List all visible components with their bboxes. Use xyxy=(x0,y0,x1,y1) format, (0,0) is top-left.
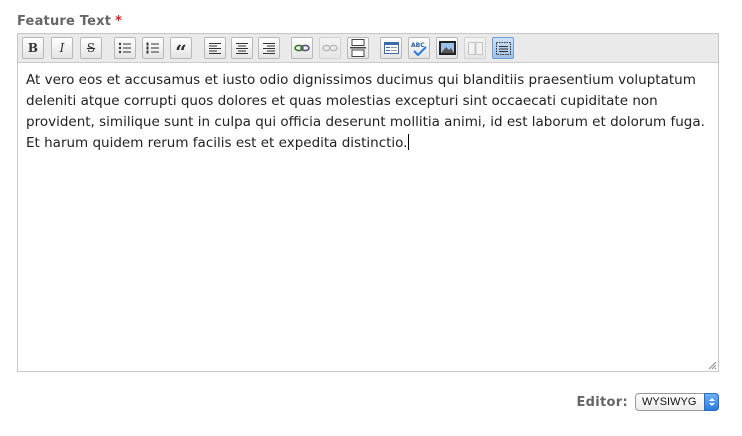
numbered-list-button[interactable] xyxy=(142,37,164,59)
bold-label: B xyxy=(27,41,39,55)
align-right-icon xyxy=(263,42,275,54)
align-center-icon xyxy=(236,42,248,54)
spellcheck-icon: ABC xyxy=(411,42,427,56)
strikethrough-button[interactable]: S xyxy=(80,37,102,59)
field-label: Feature Text * xyxy=(17,12,719,32)
editor-select[interactable]: WYSIWYG xyxy=(635,393,719,411)
editor-toolbar: B I S “ ABC xyxy=(18,34,718,63)
preview-button[interactable] xyxy=(464,37,486,59)
wysiwyg-editor: B I S “ ABC At vero eos et accusamus et … xyxy=(17,33,719,372)
content-text: At vero eos et accusamus et iusto odio d… xyxy=(26,72,705,151)
show-blocks-button[interactable] xyxy=(492,37,514,59)
strikethrough-label: S xyxy=(86,41,96,55)
editor-switch-label: Editor: xyxy=(576,394,628,410)
select-arrows-icon xyxy=(704,393,719,411)
page-break-icon xyxy=(350,39,366,57)
italic-button[interactable]: I xyxy=(51,37,73,59)
insert-image-button[interactable] xyxy=(436,37,458,59)
insert-template-button[interactable] xyxy=(380,37,402,59)
resize-grip-icon[interactable] xyxy=(707,360,717,370)
editor-switch: Editor: WYSIWYG xyxy=(576,393,719,411)
bullet-list-icon xyxy=(118,42,131,54)
required-marker: * xyxy=(115,14,123,29)
image-icon xyxy=(438,41,456,55)
align-center-button[interactable] xyxy=(231,37,253,59)
book-icon xyxy=(467,41,483,55)
feature-text-field: Feature Text * xyxy=(17,12,719,32)
numbered-list-icon xyxy=(146,42,159,54)
unlink-icon xyxy=(322,44,338,52)
italic-label: I xyxy=(59,41,65,55)
bullet-list-button[interactable] xyxy=(114,37,136,59)
bold-button[interactable]: B xyxy=(22,37,44,59)
page-break-button[interactable] xyxy=(347,37,369,59)
field-label-text: Feature Text xyxy=(17,14,112,29)
show-blocks-icon xyxy=(495,41,511,55)
unlink-button[interactable] xyxy=(319,37,341,59)
editor-select-value: WYSIWYG xyxy=(642,396,697,408)
link-icon xyxy=(294,44,310,52)
align-left-button[interactable] xyxy=(204,37,226,59)
blockquote-button[interactable]: “ xyxy=(170,37,192,64)
insert-link-button[interactable] xyxy=(291,37,313,59)
spellcheck-button[interactable]: ABC xyxy=(408,37,430,59)
align-right-button[interactable] xyxy=(258,37,280,59)
svg-text:ABC: ABC xyxy=(411,42,425,49)
blockquote-label: “ xyxy=(175,40,187,64)
align-left-icon xyxy=(209,42,221,54)
editor-content[interactable]: At vero eos et accusamus et iusto odio d… xyxy=(26,70,710,154)
text-caret xyxy=(408,134,410,150)
window-icon xyxy=(383,42,399,54)
